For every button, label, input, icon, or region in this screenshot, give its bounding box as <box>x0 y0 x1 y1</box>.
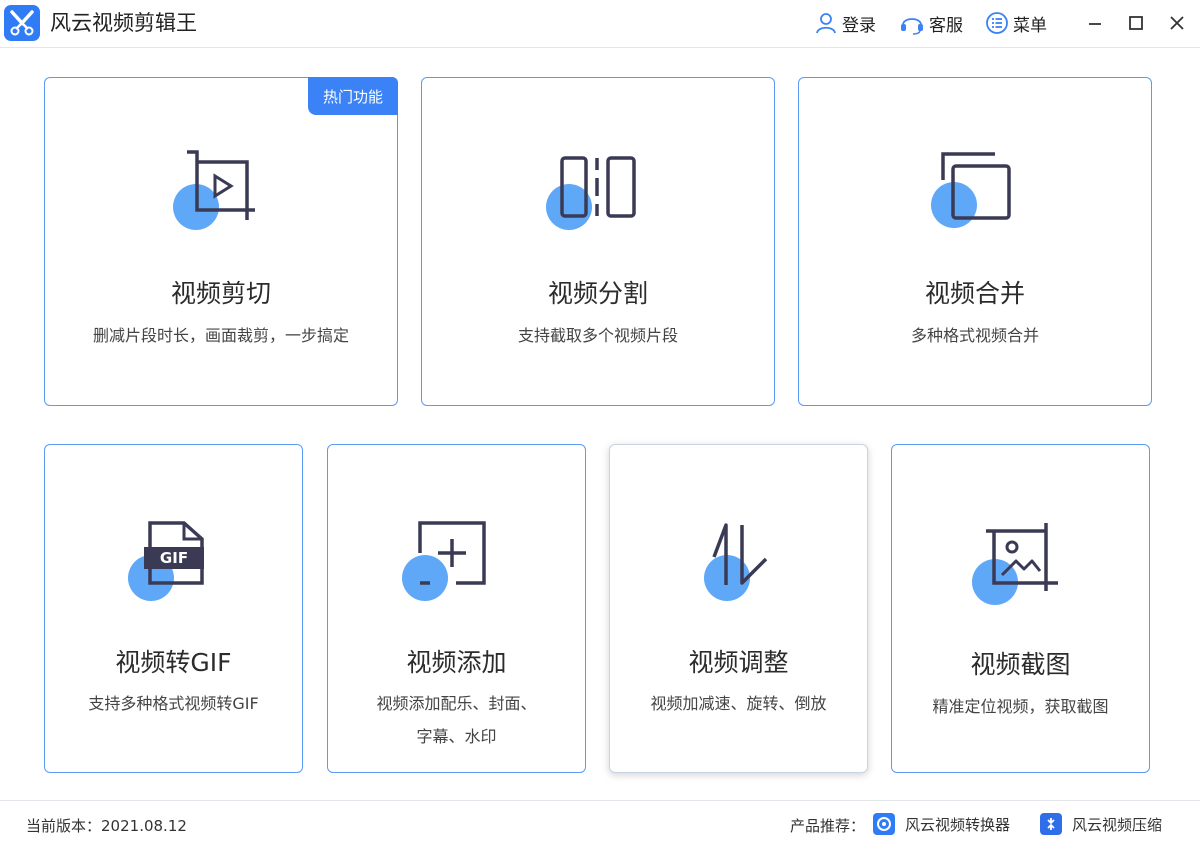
card-video-merge[interactable]: 视频合并 多种格式视频合并 <box>798 77 1152 406</box>
card-title: 视频截图 <box>970 650 1071 679</box>
version-label: 当前版本： <box>26 817 102 835</box>
service-label: 客服 <box>929 15 963 36</box>
title-bar: 风云视频剪辑王 登录 客服 菜单 <box>0 0 1200 48</box>
product-link-converter[interactable]: 风云视频转换器 <box>873 813 1010 835</box>
login-label: 登录 <box>842 15 876 36</box>
close-button[interactable] <box>1162 8 1192 38</box>
swap-arrows-icon <box>704 521 794 611</box>
card-desc: 删减片段时长，画面裁剪，一步搞定 <box>92 326 349 345</box>
product-name: 风云视频压缩 <box>1072 815 1163 834</box>
headset-icon <box>901 18 923 35</box>
card-desc-line2: 字幕、水印 <box>416 727 497 746</box>
card-title: 视频调整 <box>688 648 789 677</box>
merge-layers-icon <box>931 150 1021 240</box>
card-desc: 支持多种格式视频转GIF <box>88 694 259 713</box>
card-title: 视频分割 <box>547 279 648 308</box>
version-info: 当前版本：2021.08.12 <box>26 815 187 836</box>
minimize-button[interactable] <box>1080 8 1110 38</box>
gif-file-icon: GIF <box>128 521 218 611</box>
gif-icon-text: GIF <box>160 549 188 567</box>
add-box-icon <box>402 521 492 611</box>
close-icon <box>1170 16 1184 30</box>
service-button[interactable]: 客服 <box>899 10 963 36</box>
product-name: 风云视频转换器 <box>905 815 1011 834</box>
card-desc: 多种格式视频合并 <box>910 326 1039 345</box>
split-icon <box>546 156 636 246</box>
converter-app-icon <box>873 813 895 835</box>
crop-play-icon <box>173 148 263 238</box>
list-menu-icon <box>986 12 1008 34</box>
menu-label: 菜单 <box>1013 15 1047 36</box>
product-link-compressor[interactable]: 风云视频压缩 <box>1040 813 1162 835</box>
card-title: 视频剪切 <box>170 279 271 308</box>
login-button[interactable]: 登录 <box>814 10 876 36</box>
minimize-icon <box>1089 23 1101 25</box>
compressor-app-icon <box>1040 813 1062 835</box>
card-video-adjust[interactable]: 视频调整 视频加减速、旋转、倒放 <box>609 444 868 773</box>
card-desc: 视频加减速、旋转、倒放 <box>650 694 827 713</box>
scissors-logo-icon <box>4 5 40 41</box>
card-video-screenshot[interactable]: 视频截图 精准定位视频，获取截图 <box>891 444 1150 773</box>
card-video-split[interactable]: 视频分割 支持截取多个视频片段 <box>421 77 775 406</box>
card-desc: 精准定位视频，获取截图 <box>932 697 1109 716</box>
card-title: 视频转GIF <box>115 648 232 677</box>
products-label: 产品推荐： <box>790 817 866 835</box>
card-desc-line1: 视频添加配乐、封面、 <box>376 694 537 713</box>
menu-button[interactable]: 菜单 <box>985 10 1047 36</box>
maximize-button[interactable] <box>1121 8 1151 38</box>
card-title: 视频添加 <box>406 648 507 677</box>
footer-bar: 当前版本：2021.08.12 产品推荐： 风云视频转换器 风云视频压缩 <box>0 800 1200 842</box>
hot-feature-badge: 热门功能 <box>308 77 398 115</box>
image-crop-icon <box>972 523 1062 613</box>
card-video-cut[interactable]: 热门功能 视频剪切 删减片段时长，画面裁剪，一步搞定 <box>44 77 398 406</box>
maximize-icon <box>1129 16 1143 30</box>
app-title: 风云视频剪辑王 <box>50 11 197 35</box>
card-video-add[interactable]: 视频添加 视频添加配乐、封面、 字幕、水印 <box>327 444 586 773</box>
version-number: 2021.08.12 <box>101 817 187 835</box>
card-title: 视频合并 <box>924 279 1025 308</box>
user-icon <box>816 13 836 34</box>
card-desc: 支持截取多个视频片段 <box>517 326 678 345</box>
card-video-to-gif[interactable]: GIF 视频转GIF 支持多种格式视频转GIF <box>44 444 303 773</box>
